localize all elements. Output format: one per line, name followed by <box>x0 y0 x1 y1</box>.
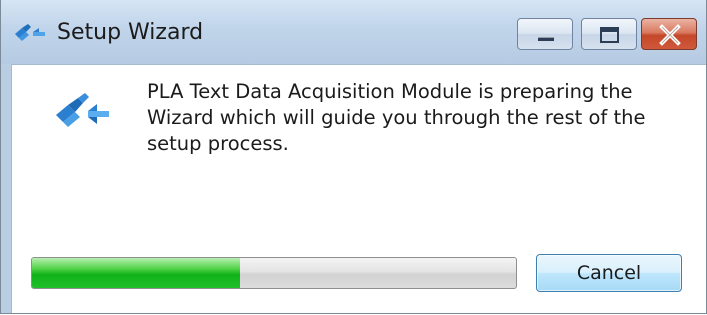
progress-bar <box>31 257 517 289</box>
progress-fill <box>32 258 241 288</box>
close-button[interactable] <box>641 18 697 50</box>
minimize-button[interactable] <box>517 18 573 50</box>
close-icon <box>659 24 681 46</box>
setup-wizard-window: Setup Wizard PLA Text Data Acquisition M… <box>0 0 707 314</box>
app-logo-icon <box>15 24 45 41</box>
app-logo-icon <box>56 93 109 127</box>
maximize-button[interactable] <box>581 18 637 50</box>
maximize-icon <box>600 27 619 43</box>
window-title: Setup Wizard <box>57 20 204 45</box>
title-bar[interactable]: Setup Wizard <box>1 0 706 64</box>
cancel-button[interactable]: Cancel <box>536 254 682 292</box>
minimize-icon <box>538 37 554 41</box>
status-message: PLA Text Data Acquisition Module is prep… <box>147 80 646 155</box>
wizard-content-panel: PLA Text Data Acquisition Module is prep… <box>11 64 706 313</box>
